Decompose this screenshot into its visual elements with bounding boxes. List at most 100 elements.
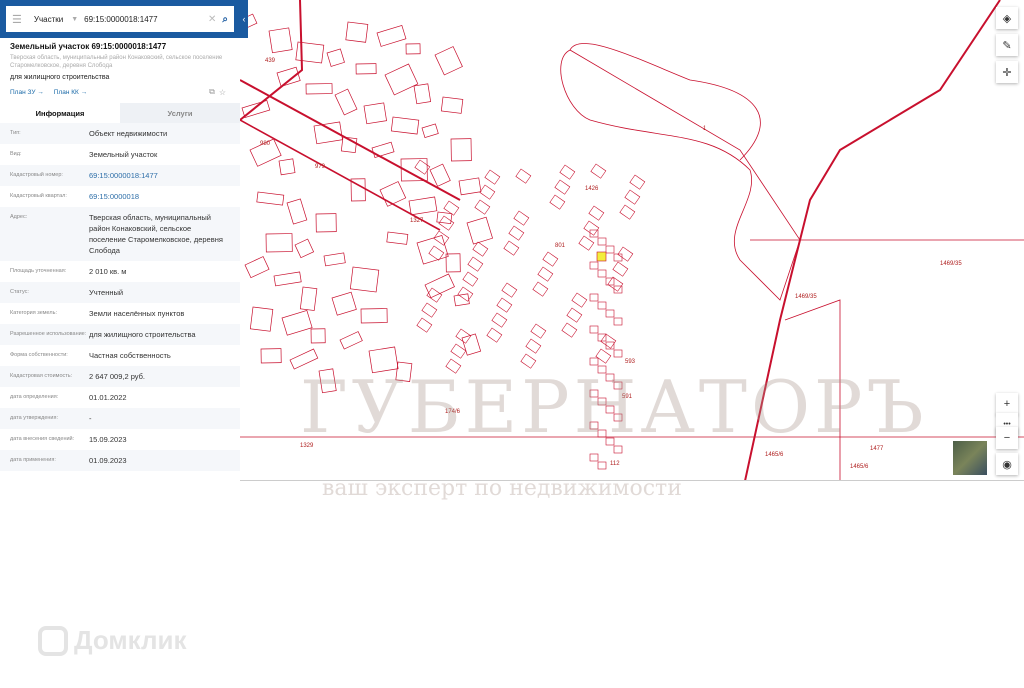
parcel: [395, 361, 413, 382]
zoom-out-button[interactable]: −: [996, 427, 1018, 449]
info-value: 15.09.2023: [89, 435, 127, 444]
info-label: Кадастровый квартал:: [10, 193, 67, 199]
parcel: [571, 292, 588, 308]
parcel-label: 979: [315, 164, 326, 170]
search-input[interactable]: 69:15:0000018:1477: [84, 15, 208, 24]
parcel: [496, 297, 513, 313]
clear-icon[interactable]: ✕: [208, 14, 216, 25]
parcel: [589, 421, 599, 430]
parcel: [479, 184, 496, 200]
parcel: [597, 461, 607, 470]
info-value: Земельный участок: [89, 150, 158, 159]
locate-button[interactable]: ✛: [996, 61, 1018, 83]
info-value[interactable]: 69:15:0000018:1477: [89, 170, 230, 181]
parcel: [503, 240, 520, 256]
parcel: [305, 83, 333, 95]
parcel: [597, 429, 607, 438]
star-icon[interactable]: ☆: [219, 88, 226, 97]
parcel: [276, 66, 301, 87]
plan-zu-link[interactable]: План ЗУ →: [10, 89, 44, 96]
info-row: дата определения: 01.01.2022: [0, 387, 240, 408]
parcel: [433, 230, 450, 246]
search-icon[interactable]: ⌕: [222, 14, 228, 25]
parcel: [619, 204, 636, 220]
map-canvas[interactable]: 1 1426 1469/35 1469/35 1327 801 593 591 1465/6 14…: [240, 0, 1024, 481]
parcel-label: 1327: [410, 218, 424, 224]
info-row: Форма собственности: Частная собственност…: [0, 345, 240, 366]
parcel: [371, 141, 395, 159]
collapse-panel-button[interactable]: ‹: [240, 0, 248, 38]
parcel: [360, 308, 388, 324]
parcel: [583, 220, 600, 236]
parcel: [294, 238, 315, 259]
menu-icon[interactable]: ☰: [12, 13, 22, 26]
info-label: Вид:: [10, 151, 22, 157]
parcel: [318, 368, 337, 394]
road-line: [240, 119, 441, 231]
info-value: Частная собственность: [89, 351, 171, 360]
parcel: [532, 281, 549, 297]
tab-services[interactable]: Услуги: [120, 103, 240, 123]
parcel: [605, 309, 615, 318]
info-value: 01.01.2022: [89, 393, 127, 402]
category-select[interactable]: Участки: [34, 15, 63, 24]
parcel: [589, 357, 599, 366]
parcel: [436, 211, 453, 225]
parcel: [613, 381, 623, 390]
parcel: [421, 302, 438, 318]
compass-button[interactable]: ◉: [996, 453, 1018, 475]
info-row: Категория земель: Земли населённых пункто…: [0, 303, 240, 324]
cadastral-map[interactable]: 1 1426 1469/35 1469/35 1327 801 593 591 1465/6 14…: [240, 0, 1024, 481]
parcel: [440, 96, 464, 114]
info-row: Кадастровый квартал: 69:15:0000018: [0, 186, 240, 207]
tab-info[interactable]: Информация: [0, 103, 120, 123]
parcel: [445, 358, 462, 374]
object-use: для жилищного строительства: [10, 74, 110, 81]
info-value: Объект недвижимости: [89, 129, 168, 138]
parcel: [260, 348, 282, 364]
parcel: [588, 205, 605, 221]
info-label: Тип:: [10, 130, 21, 136]
parcel: [363, 102, 387, 125]
info-label: дата утверждения:: [10, 415, 59, 421]
object-address: Тверская область, муниципальный район Ко…: [10, 55, 223, 69]
parcel: [299, 286, 318, 311]
compass-icon: ◉: [1002, 458, 1012, 471]
info-row: Кадастровая стоимость: 2 647 009,2 руб.: [0, 366, 240, 387]
parcel: [286, 198, 308, 225]
plan-kk-link[interactable]: План КК →: [54, 89, 87, 96]
satellite-layer-thumbnail[interactable]: [953, 441, 987, 475]
search-on-map-icon[interactable]: ⧉: [209, 87, 215, 97]
parcel: [605, 245, 615, 254]
info-row: Площадь уточненная: 2 010 кв. м: [0, 261, 240, 282]
ruler-button[interactable]: ✎: [996, 34, 1018, 56]
parcel: [597, 237, 607, 246]
layers-button[interactable]: ◈: [996, 7, 1018, 29]
parcel-label: 801: [555, 243, 566, 249]
parcel: [484, 169, 501, 185]
parcel: [450, 138, 472, 162]
parcel-label: 1477: [870, 446, 884, 452]
parcel: [278, 158, 296, 176]
parcel: [629, 174, 646, 190]
parcel: [501, 282, 518, 298]
parcel-label: 174/6: [445, 409, 461, 415]
parcel-label: 1469/35: [795, 294, 817, 300]
parcel: [355, 63, 377, 75]
chevron-down-icon[interactable]: ▼: [71, 16, 78, 23]
parcel-label: 1329: [300, 443, 314, 449]
info-label: Разрешенное использование:: [10, 331, 87, 337]
parcel: [474, 199, 491, 215]
parcel: [458, 177, 482, 196]
parcel: [605, 437, 615, 446]
zoom-in-button[interactable]: +: [996, 393, 1018, 415]
parcel: [376, 24, 407, 47]
parcel: [566, 307, 583, 323]
parcel: [508, 225, 525, 241]
parcel: [345, 21, 369, 43]
parcel: [386, 231, 409, 245]
parcel: [368, 346, 399, 374]
info-row: Тип: Объект недвижимости: [0, 123, 240, 144]
info-value[interactable]: 69:15:0000018: [89, 191, 230, 202]
parcel: [295, 41, 325, 64]
